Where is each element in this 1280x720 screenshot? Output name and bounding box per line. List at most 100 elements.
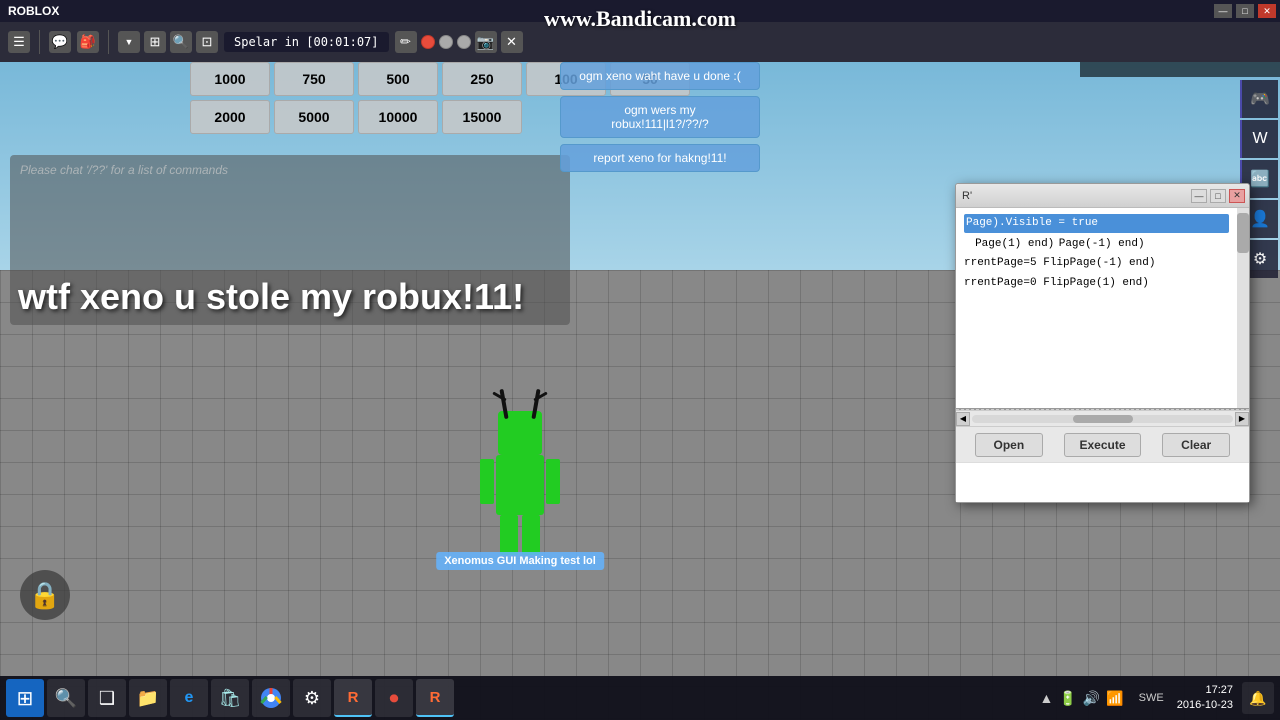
code-line-4: Page(-1) end) xyxy=(1059,238,1145,250)
taskbar: ⊞ 🔍 ❑ 📁 e 🛍 ⚙ R ⏺ R ▲ 🔋 🔊 📶 SWE 17:27 20… xyxy=(0,676,1280,720)
editor-scrollbar-right-btn[interactable]: ▶ xyxy=(1235,412,1249,426)
taskbar-chrome[interactable] xyxy=(252,679,290,717)
taskbar-record[interactable]: ⏺ xyxy=(375,679,413,717)
toolbar-chat-icon[interactable]: 💬 xyxy=(49,31,71,53)
rec-dot-circle[interactable] xyxy=(457,35,471,49)
system-clock[interactable]: 17:27 2016-10-23 xyxy=(1171,683,1239,714)
recording-controls: ▼ ⊞ 🔍 ⊡ xyxy=(118,31,218,53)
code-scroll[interactable]: Page).Visible = true Page(1) end) Page(-… xyxy=(956,208,1237,408)
pen-icon[interactable]: ✏ xyxy=(395,31,417,53)
num-btn-750[interactable]: 750 xyxy=(274,62,354,96)
taskbar-edge[interactable]: e xyxy=(170,679,208,717)
editor-scrollbar-left-btn[interactable]: ◀ xyxy=(956,412,970,426)
lock-icon[interactable]: 🔒 xyxy=(20,570,70,620)
execute-button[interactable]: Execute xyxy=(1064,433,1140,457)
toolbar-bag-icon[interactable]: 🎒 xyxy=(77,31,99,53)
window-controls: — □ ✕ xyxy=(1214,4,1276,18)
window-title: ROBLOX xyxy=(8,4,59,18)
rec-fullscreen-icon[interactable]: ⊡ xyxy=(196,31,218,53)
character-torso xyxy=(496,455,544,515)
taskbar-search[interactable]: 🔍 xyxy=(47,679,85,717)
character-body: Xenomus GUI Making test lol xyxy=(490,379,550,555)
tray-battery[interactable]: 🔋 xyxy=(1059,690,1076,707)
editor-scrollbar-horizontal-container: ◀ ▶ xyxy=(956,410,1249,426)
systray: ▲ 🔋 🔊 📶 xyxy=(1039,690,1131,707)
right-icon-1[interactable]: 🎮 xyxy=(1240,80,1278,118)
chat-hint: Please chat '/??' for a list of commands xyxy=(20,163,228,177)
taskbar-task-view[interactable]: ❑ xyxy=(88,679,126,717)
toolbar-separator-1 xyxy=(39,30,40,54)
num-btn-250[interactable]: 250 xyxy=(442,62,522,96)
taskbar-store[interactable]: 🛍 xyxy=(211,679,249,717)
chat-panel: Please chat '/??' for a list of commands… xyxy=(10,155,570,325)
editor-title: R' xyxy=(962,190,972,202)
editor-scrollbar-h-track[interactable] xyxy=(972,415,1233,423)
char-leg-left xyxy=(500,515,518,555)
maximize-button[interactable]: □ xyxy=(1236,4,1254,18)
tray-network[interactable]: 📶 xyxy=(1106,690,1123,707)
editor-minimize-button[interactable]: — xyxy=(1191,189,1207,203)
code-area[interactable]: Page).Visible = true Page(1) end) Page(-… xyxy=(956,208,1249,408)
editor-maximize-button[interactable]: □ xyxy=(1210,189,1226,203)
editor-window-controls: — □ ✕ xyxy=(1191,189,1245,203)
char-arm-left xyxy=(480,459,494,504)
language-indicator[interactable]: SWE xyxy=(1135,692,1168,704)
record-buttons: ✏ 📷 ✕ xyxy=(395,31,523,53)
num-btn-1000[interactable]: 1000 xyxy=(190,62,270,96)
num-btn-5000[interactable]: 5000 xyxy=(274,100,354,134)
editor-close-button[interactable]: ✕ xyxy=(1229,189,1245,203)
code-line-2 xyxy=(964,238,971,250)
rec-settings-icon[interactable]: ⊞ xyxy=(144,31,166,53)
tray-volume[interactable]: 🔊 xyxy=(1083,690,1100,707)
start-button[interactable]: ⊞ xyxy=(6,679,44,717)
notification-button[interactable]: 🔔 xyxy=(1242,682,1274,714)
code-line-3: Page(1) end) xyxy=(975,238,1054,250)
rec-close-icon[interactable]: ✕ xyxy=(501,31,523,53)
character-nametag: Xenomus GUI Making test lol xyxy=(436,552,604,570)
timer-display: Spelar in [00:01:07] xyxy=(224,32,389,52)
editor-titlebar: R' — □ ✕ xyxy=(956,184,1249,208)
editor-scrollbar-thumb[interactable] xyxy=(1237,213,1249,253)
taskbar-unknown-1[interactable]: ⚙ xyxy=(293,679,331,717)
num-btn-500[interactable]: 500 xyxy=(358,62,438,96)
toolbar-menu-icon[interactable]: ☰ xyxy=(8,31,30,53)
code-line-5: rrentPage=5 FlipPage(-1) end) xyxy=(964,257,1155,269)
clock-date: 2016-10-23 xyxy=(1177,698,1233,713)
rec-dot-stop[interactable] xyxy=(439,35,453,49)
taskbar-roblox-2[interactable]: R xyxy=(416,679,454,717)
code-line-6: rrentPage=0 FlipPage(1) end) xyxy=(964,277,1149,289)
toolbar: ☰ 💬 🎒 ▼ ⊞ 🔍 ⊡ Spelar in [00:01:07] ✏ 📷 ✕ xyxy=(0,22,1280,62)
title-bar: ROBLOX — □ ✕ xyxy=(0,0,1280,22)
minimize-button[interactable]: — xyxy=(1214,4,1232,18)
camera-button[interactable]: 📷 xyxy=(475,31,497,53)
num-btn-10000[interactable]: 10000 xyxy=(358,100,438,134)
editor-output-area xyxy=(956,462,1249,502)
chat-msg-btn-1[interactable]: ogm xeno waht have u done :( xyxy=(560,62,760,90)
close-button[interactable]: ✕ xyxy=(1258,4,1276,18)
character: Xenomus GUI Making test lol xyxy=(490,379,550,555)
editor-scrollbar-h-thumb[interactable] xyxy=(1073,415,1133,423)
taskbar-file-explorer[interactable]: 📁 xyxy=(129,679,167,717)
script-editor: R' — □ ✕ Page).Visible = true Page(1) en… xyxy=(955,183,1250,503)
chrome-icon xyxy=(260,687,282,709)
rec-dropdown-icon[interactable]: ▼ xyxy=(118,31,140,53)
num-btn-15000[interactable]: 15000 xyxy=(442,100,522,134)
char-arm-right xyxy=(546,459,560,504)
num-btn-2000[interactable]: 2000 xyxy=(190,100,270,134)
taskbar-roblox[interactable]: R xyxy=(334,679,372,717)
editor-scrollbar-vertical[interactable] xyxy=(1237,208,1249,408)
clock-time: 17:27 xyxy=(1177,683,1233,698)
antler-right xyxy=(531,389,540,419)
clear-button[interactable]: Clear xyxy=(1162,433,1230,457)
chat-msg-btn-3[interactable]: report xeno for hakng!11! xyxy=(560,144,760,172)
chat-message: wtf xeno u stole my robux!11! xyxy=(18,277,562,317)
toolbar-separator-2 xyxy=(108,30,109,54)
right-icon-2[interactable]: W xyxy=(1240,120,1278,158)
open-button[interactable]: Open xyxy=(975,433,1043,457)
character-legs xyxy=(500,515,540,555)
chat-msg-btn-2[interactable]: ogm wers my robux!111|l1?/??/? xyxy=(560,96,760,138)
tray-expand[interactable]: ▲ xyxy=(1039,690,1053,706)
rec-zoom-icon[interactable]: 🔍 xyxy=(170,31,192,53)
char-leg-right xyxy=(522,515,540,555)
rec-dot-red[interactable] xyxy=(421,35,435,49)
